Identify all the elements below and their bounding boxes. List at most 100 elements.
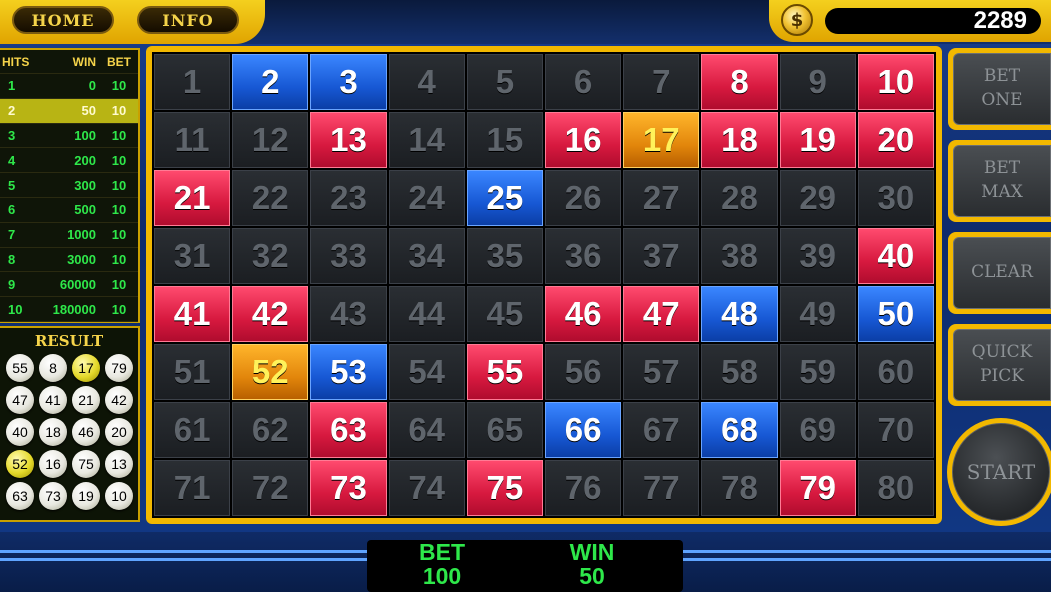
number-cell[interactable]: 18 (701, 112, 778, 168)
bet-max-button[interactable]: BET MAX (953, 145, 1051, 217)
paytable-row: 8 3000 10 (0, 248, 138, 273)
result-ball: 16 (39, 450, 67, 478)
info-button[interactable]: INFO (137, 6, 239, 34)
number-cell[interactable]: 40 (857, 228, 934, 284)
paytable-row: 7 1000 10 (0, 223, 138, 248)
number-cell[interactable]: 51 (154, 344, 231, 400)
number-cell[interactable]: 4 (388, 54, 465, 110)
bottom-stripe-left-2 (0, 558, 367, 561)
number-cell[interactable]: 30 (857, 170, 934, 226)
number-cell[interactable]: 67 (623, 402, 700, 458)
number-cell[interactable]: 3 (310, 54, 387, 110)
number-cell[interactable]: 6 (544, 54, 622, 110)
number-cell[interactable]: 34 (388, 228, 465, 284)
number-cell[interactable]: 38 (701, 228, 778, 284)
number-cell[interactable]: 52 (232, 344, 309, 400)
number-cell[interactable]: 59 (779, 344, 856, 400)
number-cell[interactable]: 71 (154, 460, 231, 516)
number-cell[interactable]: 24 (388, 170, 465, 226)
paytable-bet-cell: 10 (111, 202, 127, 218)
number-cell[interactable]: 66 (544, 402, 622, 458)
number-cell[interactable]: 1 (154, 54, 231, 110)
number-cell[interactable]: 75 (466, 460, 543, 516)
number-cell[interactable]: 26 (544, 170, 622, 226)
number-cell[interactable]: 10 (857, 54, 934, 110)
number-cell[interactable]: 39 (779, 228, 856, 284)
number-cell[interactable]: 61 (154, 402, 231, 458)
number-cell[interactable]: 8 (701, 54, 778, 110)
number-cell[interactable]: 70 (857, 402, 934, 458)
number-cell[interactable]: 21 (154, 170, 231, 226)
quick-pick-button-frame: QUICK PICK (948, 324, 1051, 406)
number-cell[interactable]: 28 (701, 170, 778, 226)
number-cell[interactable]: 49 (779, 286, 856, 342)
home-button[interactable]: HOME (12, 6, 114, 34)
bet-one-button[interactable]: BET ONE (953, 53, 1051, 125)
start-button[interactable]: START (952, 423, 1050, 521)
number-cell[interactable]: 76 (544, 460, 622, 516)
paytable-bet-cell: 10 (111, 127, 127, 143)
paytable-row: 1 0 10 (0, 74, 138, 99)
number-cell[interactable]: 31 (154, 228, 231, 284)
number-cell[interactable]: 63 (310, 402, 387, 458)
number-cell[interactable]: 64 (388, 402, 465, 458)
number-cell[interactable]: 32 (232, 228, 309, 284)
number-cell[interactable]: 46 (544, 286, 622, 342)
number-cell[interactable]: 65 (466, 402, 543, 458)
number-cell[interactable]: 68 (701, 402, 778, 458)
number-cell[interactable]: 14 (388, 112, 465, 168)
number-cell[interactable]: 50 (857, 286, 934, 342)
number-cell[interactable]: 36 (544, 228, 622, 284)
number-cell[interactable]: 13 (310, 112, 387, 168)
bet-label: BET (419, 539, 465, 565)
number-cell[interactable]: 2 (232, 54, 309, 110)
number-cell[interactable]: 73 (310, 460, 387, 516)
number-cell[interactable]: 23 (310, 170, 387, 226)
number-cell[interactable]: 79 (779, 460, 856, 516)
number-cell[interactable]: 5 (466, 54, 543, 110)
number-cell[interactable]: 44 (388, 286, 465, 342)
number-cell[interactable]: 45 (466, 286, 543, 342)
number-cell[interactable]: 16 (544, 112, 622, 168)
number-cell[interactable]: 60 (857, 344, 934, 400)
number-cell[interactable]: 22 (232, 170, 309, 226)
paytable-win-cell: 3000 (67, 251, 96, 267)
number-cell[interactable]: 35 (466, 228, 543, 284)
number-cell[interactable]: 69 (779, 402, 856, 458)
number-cell[interactable]: 11 (154, 112, 231, 168)
number-cell[interactable]: 57 (623, 344, 700, 400)
quick-pick-button[interactable]: QUICK PICK (953, 329, 1051, 401)
number-cell[interactable]: 72 (232, 460, 309, 516)
number-cell[interactable]: 74 (388, 460, 465, 516)
number-cell[interactable]: 9 (779, 54, 856, 110)
number-cell[interactable]: 20 (857, 112, 934, 168)
bet-display: BET 100 (387, 540, 497, 588)
number-cell[interactable]: 80 (857, 460, 934, 516)
number-cell[interactable]: 41 (154, 286, 231, 342)
number-cell[interactable]: 77 (623, 460, 700, 516)
number-cell[interactable]: 37 (623, 228, 700, 284)
number-cell[interactable]: 62 (232, 402, 309, 458)
number-cell[interactable]: 48 (701, 286, 778, 342)
result-ball: 75 (72, 450, 100, 478)
result-ball: 19 (72, 482, 100, 510)
number-cell[interactable]: 29 (779, 170, 856, 226)
number-cell[interactable]: 47 (623, 286, 700, 342)
number-cell[interactable]: 15 (466, 112, 543, 168)
number-cell[interactable]: 42 (232, 286, 309, 342)
number-cell[interactable]: 55 (466, 344, 543, 400)
number-cell[interactable]: 33 (310, 228, 387, 284)
number-cell[interactable]: 17 (623, 112, 700, 168)
number-cell[interactable]: 78 (701, 460, 778, 516)
number-cell[interactable]: 27 (623, 170, 700, 226)
clear-button[interactable]: CLEAR (953, 237, 1051, 309)
number-cell[interactable]: 19 (779, 112, 856, 168)
number-cell[interactable]: 54 (388, 344, 465, 400)
number-cell[interactable]: 7 (623, 54, 700, 110)
number-cell[interactable]: 53 (310, 344, 387, 400)
number-cell[interactable]: 43 (310, 286, 387, 342)
number-cell[interactable]: 56 (544, 344, 622, 400)
number-cell[interactable]: 12 (232, 112, 309, 168)
number-cell[interactable]: 25 (466, 170, 543, 226)
number-cell[interactable]: 58 (701, 344, 778, 400)
